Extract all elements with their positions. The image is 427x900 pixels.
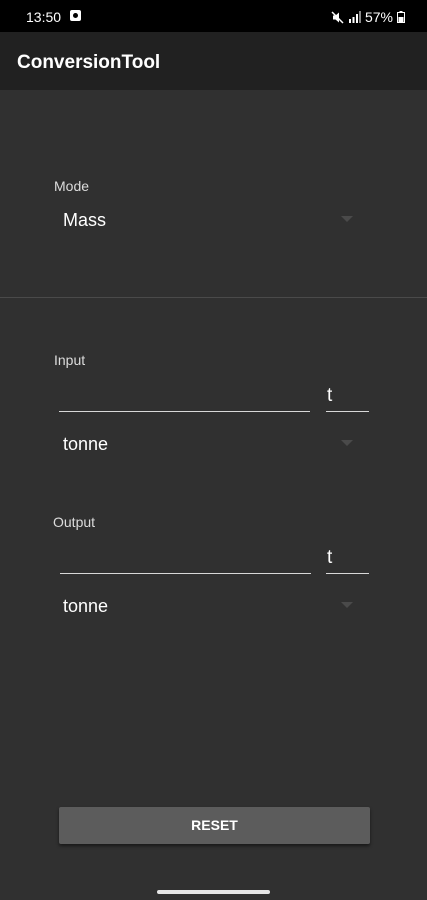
output-label: Output: [53, 514, 96, 530]
mode-label: Mode: [54, 178, 90, 194]
output-unit-spinner[interactable]: tonne: [63, 589, 353, 623]
home-gesture-handle[interactable]: [157, 890, 270, 894]
dropdown-arrow-icon: [341, 602, 353, 608]
status-time: 13:50: [26, 9, 62, 25]
app-bar: ConversionTool: [0, 32, 427, 90]
app-title: ConversionTool: [17, 52, 161, 73]
input-label: Input: [54, 352, 86, 368]
mode-spinner[interactable]: Mass: [63, 203, 353, 237]
navigation-bar: [0, 874, 427, 900]
mute-icon: [331, 10, 344, 24]
output-value-field[interactable]: [60, 543, 311, 574]
input-unit-field[interactable]: t: [326, 381, 369, 412]
notification-icon: [70, 10, 81, 21]
battery-icon: [397, 11, 405, 23]
input-value-field[interactable]: [59, 381, 310, 412]
input-unit-spinner[interactable]: tonne: [63, 427, 353, 461]
dropdown-arrow-icon: [341, 440, 353, 446]
input-unit-symbol: t: [327, 385, 333, 406]
section-divider: [0, 297, 427, 298]
battery-percent: 57%: [364, 9, 393, 25]
mode-selected-value: Mass: [63, 210, 107, 230]
status-bar: 13:50 57%: [0, 0, 427, 32]
status-icons: 57%: [331, 9, 405, 25]
output-unit-selected: tonne: [63, 596, 109, 616]
reset-button[interactable]: RESET: [59, 807, 370, 844]
output-unit-field[interactable]: t: [326, 543, 369, 574]
dropdown-arrow-icon: [341, 216, 353, 222]
input-unit-selected: tonne: [63, 434, 109, 454]
signal-icon: [348, 11, 361, 23]
output-unit-symbol: t: [327, 547, 333, 568]
